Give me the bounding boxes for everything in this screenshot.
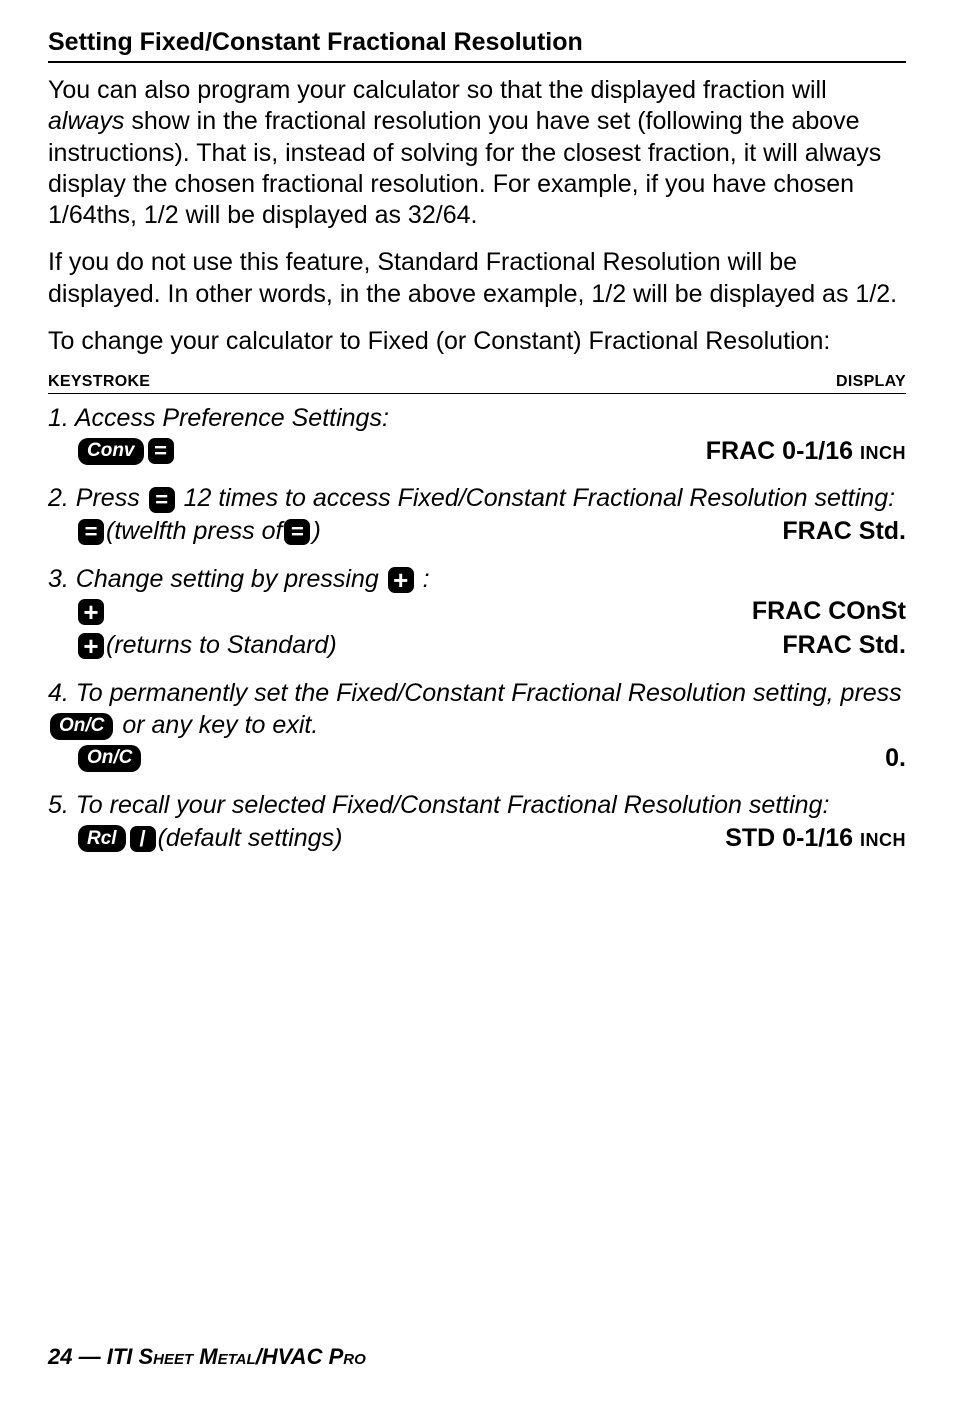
para-1: You can also program your calculator so … <box>48 75 906 231</box>
equal-key-icon: = <box>78 519 104 545</box>
step1-result: FRAC 0-1/16 INCH <box>706 435 906 469</box>
step2-pre: 2. Press <box>48 484 147 512</box>
step2-twelfth-a: (twelfth press of <box>106 515 282 548</box>
rcl-key-icon: Rcl <box>78 825 126 852</box>
step-3: 3. Change setting by pressing + : + FRAC… <box>48 563 906 663</box>
para1-a: You can also program your calculator so … <box>48 76 827 104</box>
para-2: If you do not use this feature, Standard… <box>48 247 906 310</box>
section-title: Setting Fixed/Constant Fractional Resolu… <box>48 28 906 63</box>
equal-key-icon: = <box>149 487 175 513</box>
step-4: 4. To permanently set the Fixed/Constant… <box>48 677 906 776</box>
step5-default: (default settings) <box>158 822 343 855</box>
step1-label: 1. Access Preference Settings: <box>48 402 906 435</box>
onc-key-icon: On/C <box>50 713 113 740</box>
conv-key-icon: Conv <box>78 438 144 465</box>
slash-key-icon: / <box>130 826 156 852</box>
footer-page: 24 — <box>48 1344 107 1369</box>
page-footer: 24 — ITI Sheet Metal/HVAC Pro <box>48 1344 366 1370</box>
hdr-keystroke: KEYSTROKE <box>48 373 150 391</box>
step3-line1: 3. Change setting by pressing + : <box>48 563 906 596</box>
equal-key-icon: = <box>284 519 310 545</box>
step2-mid: 12 times to access Fixed/Constant Fracti… <box>177 484 895 512</box>
plus-key-icon: + <box>78 599 104 625</box>
step4-post: or any key to exit. <box>115 711 318 739</box>
step5-line1: 5. To recall your selected Fixed/Constan… <box>48 789 906 822</box>
step3-result2: FRAC Std. <box>782 629 906 663</box>
step5-result-a: STD 0-1/16 <box>725 824 860 852</box>
plus-key-icon: + <box>388 567 414 593</box>
step3-returns: (returns to Standard) <box>106 629 337 662</box>
hdr-display: DISPLAY <box>836 373 906 391</box>
plus-key-icon: + <box>78 633 104 659</box>
step2-line1: 2. Press = 12 times to access Fixed/Cons… <box>48 482 906 515</box>
step3-pre: 3. Change setting by pressing <box>48 565 386 593</box>
para1-always: always <box>48 107 124 135</box>
step4-result: 0. <box>885 742 906 776</box>
step-5: 5. To recall your selected Fixed/Constan… <box>48 789 906 855</box>
step1-inch: INCH <box>860 443 906 463</box>
equal-key-icon: = <box>148 438 174 464</box>
para-3: To change your calculator to Fixed (or C… <box>48 326 906 357</box>
step4-line1: 4. To permanently set the Fixed/Constant… <box>48 677 906 742</box>
step-2: 2. Press = 12 times to access Fixed/Cons… <box>48 482 906 548</box>
keystroke-display-header: KEYSTROKE DISPLAY <box>48 373 906 394</box>
step4-pre: 4. To permanently set the Fixed/Constant… <box>48 679 902 707</box>
step5-result: STD 0-1/16 INCH <box>725 822 906 856</box>
step2-result: FRAC Std. <box>782 515 906 549</box>
step-1: 1. Access Preference Settings: Conv = FR… <box>48 402 906 468</box>
step2-twelfth-b: ) <box>312 515 320 548</box>
onc-key-icon: On/C <box>78 745 141 772</box>
step3-result1: FRAC COnSt <box>752 595 906 629</box>
step3-post: : <box>416 565 430 593</box>
para1-c: show in the fractional resolution you ha… <box>48 107 881 229</box>
footer-title: ITI Sheet Metal/HVAC Pro <box>107 1344 366 1369</box>
step5-inch: INCH <box>860 830 906 850</box>
step1-result-a: FRAC 0-1/16 <box>706 437 860 465</box>
